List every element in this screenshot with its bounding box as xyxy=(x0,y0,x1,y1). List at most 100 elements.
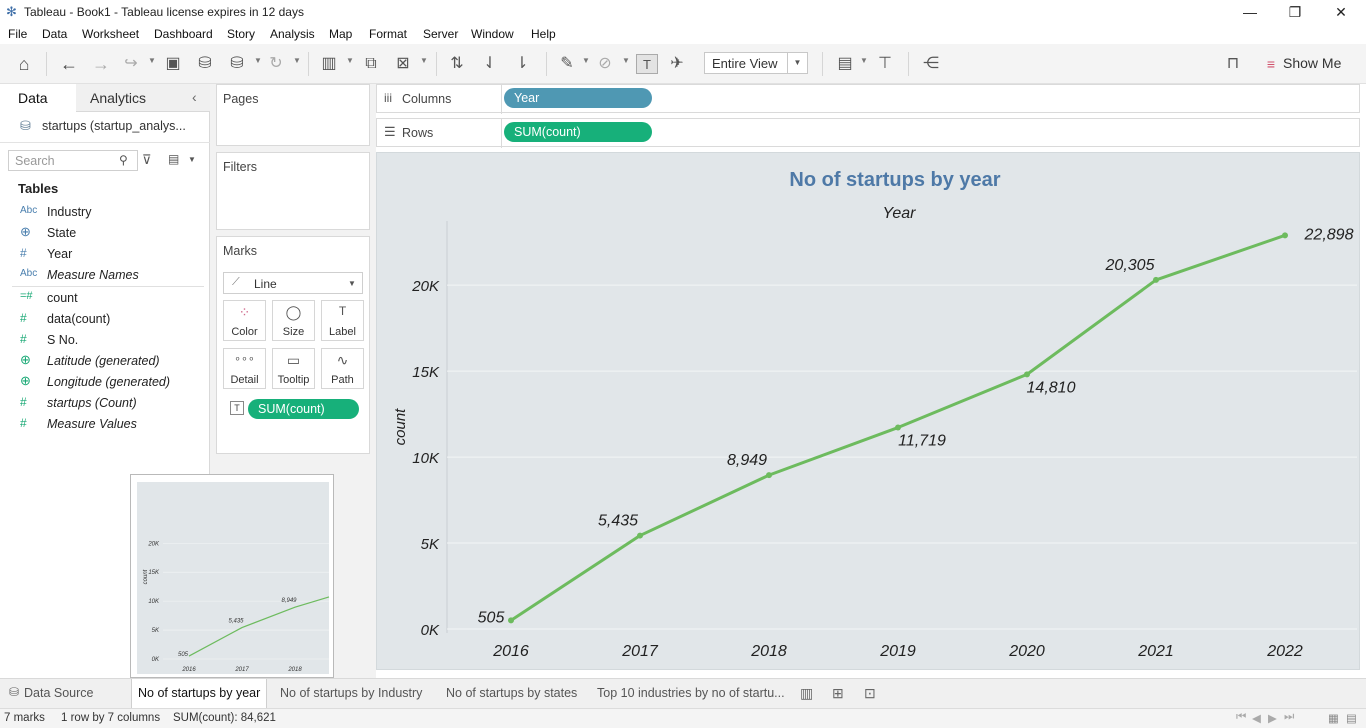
first-sheet-icon[interactable]: ⏮ xyxy=(1236,711,1246,724)
highlight-icon[interactable]: ✎ xyxy=(556,54,578,74)
format-painter-icon[interactable]: ⊓ xyxy=(1222,54,1244,74)
home-icon[interactable]: ⌂ xyxy=(13,54,35,74)
path-button[interactable]: ∿ Path xyxy=(321,348,364,389)
field-longitude[interactable]: ⊕ Longitude (generated) xyxy=(0,372,205,393)
chevron-down-icon[interactable]: ▼ xyxy=(148,56,156,65)
fix-axes-icon[interactable]: ✈ xyxy=(666,54,688,74)
tab-analytics[interactable]: Analytics xyxy=(90,90,146,106)
label-button[interactable]: T Label xyxy=(321,300,364,341)
color-button[interactable]: ⁘ Color xyxy=(223,300,266,341)
chevron-down-icon[interactable]: ▼ xyxy=(860,56,868,65)
marks-label-pill[interactable]: SUM(count) xyxy=(248,399,359,419)
menu-format[interactable]: Format xyxy=(369,27,407,41)
menu-help[interactable]: Help xyxy=(531,27,556,41)
tooltip-button[interactable]: ▭ Tooltip xyxy=(272,348,315,389)
pause-updates-icon[interactable]: ⛁ xyxy=(226,54,248,74)
next-sheet-icon[interactable]: ▶ xyxy=(1268,711,1277,725)
field-count[interactable]: =# count xyxy=(0,288,205,309)
tab-top-10-industries[interactable]: Top 10 industries by no of startu... xyxy=(591,679,791,709)
chevron-down-icon[interactable]: ▼ xyxy=(787,53,807,73)
rows-sum-count-pill[interactable]: SUM(count) xyxy=(504,122,652,142)
share-icon[interactable]: ⋲ xyxy=(920,54,942,74)
list-view-icon[interactable]: ▤ xyxy=(1346,711,1357,725)
filter-icon[interactable]: ⊽ xyxy=(142,152,152,168)
view-list-icon[interactable]: ▤ xyxy=(168,152,179,166)
menu-analysis[interactable]: Analysis xyxy=(270,27,315,41)
size-label: Size xyxy=(282,326,305,338)
field-startups-count[interactable]: # startups (Count) xyxy=(0,393,205,414)
tab-no-of-startups-by-industry[interactable]: No of startups by Industry xyxy=(274,679,428,709)
search-field[interactable]: Search ⚲ xyxy=(8,150,138,171)
close-button[interactable]: ✕ xyxy=(1331,2,1351,22)
chevron-down-icon[interactable]: ▼ xyxy=(188,155,196,164)
toolbar-separator xyxy=(436,52,437,76)
swap-rows-columns-icon[interactable]: ⇅ xyxy=(446,54,468,74)
worksheet-view[interactable]: No of startups by year Year count 0K 5K 10… xyxy=(376,152,1360,670)
menu-map[interactable]: Map xyxy=(329,27,352,41)
chevron-down-icon[interactable]: ▼ xyxy=(254,56,262,65)
mark-type-select[interactable]: ⟋ Line ▼ xyxy=(223,272,363,294)
new-worksheet-icon[interactable]: ▥ xyxy=(318,54,340,74)
undo-icon[interactable]: ← xyxy=(58,54,80,74)
tab-data-source[interactable]: Data Source xyxy=(18,679,99,709)
replay-icon[interactable]: ↪ xyxy=(120,54,142,74)
columns-year-pill[interactable]: Year xyxy=(504,88,652,108)
datasource-name[interactable]: startups (startup_analys... xyxy=(42,119,186,133)
chevron-down-icon[interactable]: ▼ xyxy=(582,56,590,65)
new-dashboard-icon[interactable]: ⊞ xyxy=(832,685,844,702)
tab-data[interactable]: Data xyxy=(18,90,48,106)
chevron-down-icon[interactable]: ▼ xyxy=(346,56,354,65)
menu-file[interactable]: File xyxy=(8,27,27,41)
field-state[interactable]: ⊕ State xyxy=(0,223,205,244)
refresh-icon[interactable]: ↻ xyxy=(265,54,287,74)
field-s-no[interactable]: # S No. xyxy=(0,330,205,351)
show-mark-labels-icon[interactable]: T xyxy=(636,54,658,74)
view-size-select[interactable]: Entire View ▼ xyxy=(704,52,808,74)
y-tick-label: 10K xyxy=(412,450,440,467)
grid-view-icon[interactable]: ▦ xyxy=(1328,711,1339,725)
save-icon[interactable]: ▣ xyxy=(162,54,184,74)
new-datasource-icon[interactable]: ⛁ xyxy=(194,54,216,74)
sort-ascending-icon[interactable]: ⇃ xyxy=(479,54,501,74)
field-data-count[interactable]: # data(count) xyxy=(0,309,205,330)
last-sheet-icon[interactable]: ⏭ xyxy=(1284,711,1294,724)
menu-data[interactable]: Data xyxy=(42,27,67,41)
rows-icon: ☰ xyxy=(384,124,396,139)
chevron-down-icon[interactable]: ▼ xyxy=(293,56,301,65)
new-worksheet-icon[interactable]: ▥ xyxy=(800,685,813,702)
redo-icon[interactable]: → xyxy=(90,54,112,74)
clear-sheet-icon[interactable]: ⊠ xyxy=(392,54,414,74)
filters-card[interactable]: Filters xyxy=(216,152,370,230)
menu-server[interactable]: Server xyxy=(423,27,458,41)
size-button[interactable]: ◯ Size xyxy=(272,300,315,341)
field-industry[interactable]: Abc Industry xyxy=(0,202,205,223)
menu-story[interactable]: Story xyxy=(227,27,255,41)
sort-descending-icon[interactable]: ⇂ xyxy=(511,54,533,74)
new-story-icon[interactable]: ⊡ xyxy=(864,685,876,702)
field-measure-names[interactable]: Abc Measure Names xyxy=(0,265,205,286)
field-latitude[interactable]: ⊕ Latitude (generated) xyxy=(0,351,205,372)
show-me-button[interactable]: Show Me xyxy=(1283,55,1341,71)
tab-no-of-startups-by-year[interactable]: No of startups by year xyxy=(131,679,268,709)
restore-button[interactable]: ❐ xyxy=(1285,2,1305,22)
show-cards-icon[interactable]: ▤ xyxy=(834,54,856,74)
menu-dashboard[interactable]: Dashboard xyxy=(154,27,213,41)
duplicate-sheet-icon[interactable]: ⧉ xyxy=(360,54,382,74)
tab-no-of-startups-by-states[interactable]: No of startups by states xyxy=(440,679,583,709)
menu-window[interactable]: Window xyxy=(471,27,514,41)
detail-button[interactable]: ∘∘∘ Detail xyxy=(223,348,266,389)
menu-worksheet[interactable]: Worksheet xyxy=(82,27,139,41)
field-year[interactable]: # Year xyxy=(0,244,205,265)
previous-sheet-icon[interactable]: ◀ xyxy=(1252,711,1261,725)
tooltip-icon: ▭ xyxy=(286,352,301,368)
sheet-thumbnail: count 0K 5K 10K 15K 20K 2016 2017 2018 505 5,43… xyxy=(130,474,334,678)
pages-card[interactable]: Pages xyxy=(216,84,370,146)
field-measure-values[interactable]: # Measure Values xyxy=(0,414,205,435)
group-icon[interactable]: ⊘ xyxy=(594,54,616,74)
line-chart[interactable]: No of startups by year Year count 0K 5K 10… xyxy=(377,153,1361,671)
collapse-pane-icon[interactable]: ‹ xyxy=(192,89,197,105)
chevron-down-icon[interactable]: ▼ xyxy=(622,56,630,65)
presentation-mode-icon[interactable]: ⊤ xyxy=(874,54,896,74)
minimize-button[interactable]: — xyxy=(1240,2,1260,22)
chevron-down-icon[interactable]: ▼ xyxy=(420,56,428,65)
